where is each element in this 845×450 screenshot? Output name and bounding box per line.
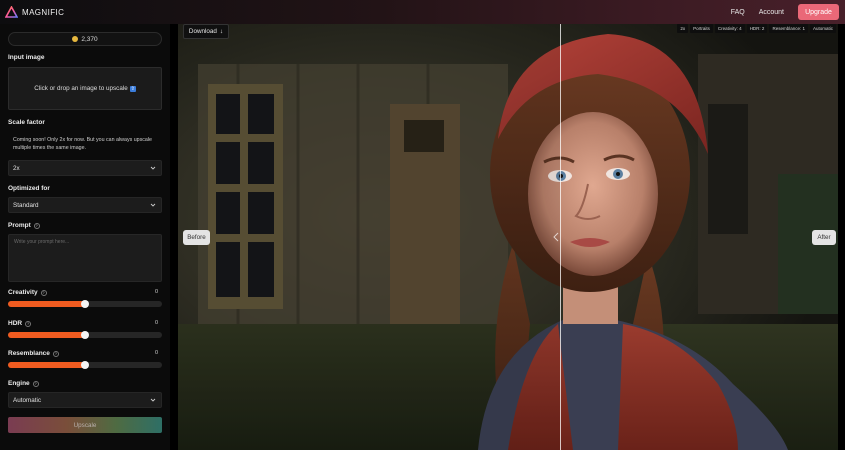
chevron-down-icon	[150, 166, 156, 170]
tag-optimized: Portraits	[690, 24, 713, 33]
triangle-logo-icon	[5, 6, 18, 18]
optimized-for-value: Standard	[13, 201, 39, 209]
chevron-down-icon	[150, 203, 156, 207]
top-bar: MAGNIFIC FAQ Account Upgrade	[0, 0, 845, 24]
prompt-input[interactable]: Write your prompt here...	[8, 234, 162, 282]
info-icon[interactable]: ?	[52, 350, 59, 357]
account-link[interactable]: Account	[759, 9, 784, 16]
credits-display: 2,370	[8, 32, 162, 46]
tag-resemblance: Resemblance: 1	[769, 24, 808, 33]
coin-icon	[72, 36, 79, 42]
after-label: After	[812, 230, 836, 245]
tag-scale: 2x	[677, 24, 689, 33]
creativity-slider-thumb[interactable]	[81, 300, 89, 308]
info-icon[interactable]: ?	[25, 320, 32, 327]
settings-tags: 2x Portraits Creativity: 4 HDR: 2 Resemb…	[675, 24, 836, 33]
hdr-value: 0	[155, 320, 159, 326]
optimized-for-select[interactable]: Standard	[8, 197, 162, 213]
tag-creativity: Creativity: 4	[714, 24, 745, 33]
download-label: Download	[188, 28, 217, 35]
chevron-left-icon[interactable]	[552, 232, 560, 242]
hdr-slider[interactable]	[8, 331, 162, 339]
resemblance-label: Resemblance ?	[8, 350, 59, 357]
logo[interactable]: MAGNIFIC	[5, 6, 64, 18]
optimized-for-label: Optimized for	[8, 185, 50, 192]
faq-link[interactable]: FAQ	[731, 9, 745, 16]
hdr-slider-thumb[interactable]	[81, 331, 89, 339]
comparison-divider[interactable]	[560, 24, 561, 450]
upgrade-button[interactable]: Upgrade	[798, 4, 839, 20]
tag-engine: Automatic	[809, 24, 836, 33]
info-icon[interactable]: ?	[32, 380, 39, 387]
settings-sidebar: 2,370 Input image Click or drop an image…	[0, 24, 170, 450]
image-dropzone[interactable]: Click or drop an image to upscale ⇧	[8, 67, 162, 110]
hdr-slider-fill	[8, 332, 85, 338]
info-icon[interactable]: ?	[40, 289, 47, 296]
engine-value: Automatic	[13, 396, 41, 404]
scale-factor-select[interactable]: 2x	[8, 160, 162, 176]
download-button[interactable]: Download ↓	[183, 24, 229, 39]
engine-select[interactable]: Automatic	[8, 392, 162, 408]
scale-factor-note: Coming soon! Only 2x for now. But you ca…	[13, 137, 152, 151]
app-name: MAGNIFIC	[22, 7, 65, 17]
prompt-placeholder: Write your prompt here...	[14, 239, 70, 245]
scale-factor-value: 2x	[13, 164, 20, 172]
resemblance-slider[interactable]	[8, 361, 162, 369]
prompt-label: Prompt ?	[8, 222, 40, 229]
creativity-label: Creativity ?	[8, 289, 47, 296]
resemblance-slider-fill	[8, 362, 85, 368]
engine-label-text: Engine	[8, 380, 30, 387]
download-arrow-icon: ↓	[219, 28, 224, 35]
upload-icon: ⇧	[129, 85, 136, 92]
creativity-label-text: Creativity	[8, 289, 38, 296]
before-label: Before	[183, 230, 210, 245]
dropzone-text: Click or drop an image to upscale	[34, 85, 128, 92]
hdr-label-text: HDR	[8, 320, 23, 327]
creativity-slider-fill	[8, 301, 85, 307]
resemblance-slider-thumb[interactable]	[81, 361, 89, 369]
top-nav: FAQ Account Upgrade	[731, 4, 839, 20]
image-comparison-view[interactable]: Download ↓ 2x Portraits Creativity: 4 HD…	[178, 24, 838, 450]
hdr-label: HDR ?	[8, 320, 32, 327]
resemblance-label-text: Resemblance	[8, 350, 50, 357]
portrait-image	[178, 24, 838, 450]
credits-amount: 2,370	[81, 35, 98, 43]
resemblance-value: 0	[155, 350, 159, 356]
tag-hdr: HDR: 2	[746, 24, 768, 33]
chevron-down-icon	[150, 398, 156, 402]
prompt-label-text: Prompt	[8, 222, 31, 229]
engine-label: Engine ?	[8, 380, 39, 387]
creativity-value: 0	[155, 289, 159, 295]
input-image-label: Input image	[8, 54, 45, 61]
upscale-button[interactable]: Upscale	[8, 417, 162, 433]
scale-factor-label: Scale factor	[8, 119, 45, 126]
creativity-slider[interactable]	[8, 300, 162, 308]
info-icon[interactable]: ?	[33, 222, 40, 229]
